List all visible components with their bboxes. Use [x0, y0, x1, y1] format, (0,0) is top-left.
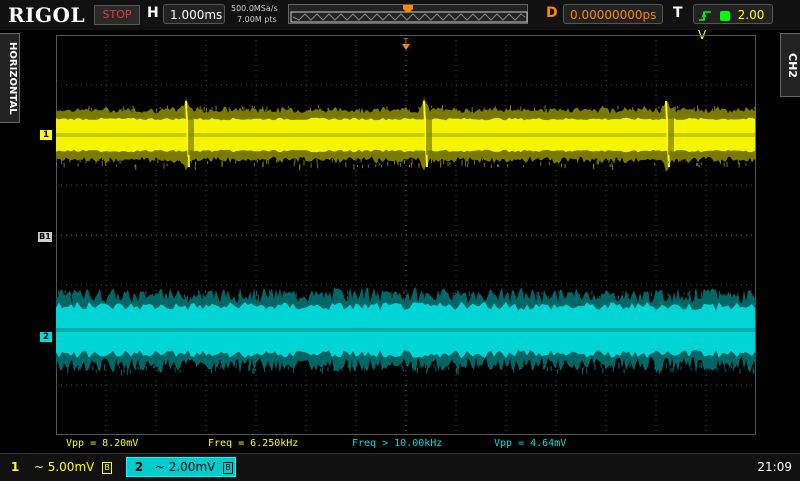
ch2-waveform-trace: [56, 286, 756, 376]
memory-depth: 7.00M pts: [237, 15, 277, 24]
trigger-source-icon: [719, 10, 730, 21]
channel-menu-tab[interactable]: CH2: [780, 33, 800, 97]
horizontal-menu-tab[interactable]: HORIZONTAL: [0, 33, 20, 123]
ch1-scale: 5.00mV: [47, 460, 95, 474]
channel-tab-label: CH2: [786, 52, 799, 78]
memory-waveform-icon: [290, 5, 528, 23]
delay-value[interactable]: 0.00000000ps: [563, 4, 663, 24]
timebase-value[interactable]: 1.000ms: [163, 4, 225, 24]
ch2-offset-marker[interactable]: 2: [40, 332, 52, 342]
top-status-bar: RIGOL STOP H 1.000ms 500.0MSa/s 7.00M pt…: [0, 0, 800, 42]
ch1-bandwidth-icon: B: [102, 461, 113, 474]
ch2-status-tab[interactable]: 2 ~ 2.00mV B: [126, 457, 236, 477]
ch1-coupling-icon: ~: [33, 460, 44, 474]
acquisition-info: 500.0MSa/s 7.00M pts: [231, 3, 278, 25]
waveform-canvas: [56, 35, 756, 435]
ch1-status-tab[interactable]: 1 ~ 5.00mV B: [8, 458, 113, 476]
delay-label: D: [546, 5, 558, 21]
horizontal-label: H: [147, 5, 159, 21]
ch2-coupling-icon: ~: [154, 460, 165, 474]
measurement-ch1-vpp: Vpp = 8.20mV: [66, 438, 139, 449]
horizontal-tab-label: HORIZONTAL: [7, 41, 18, 115]
measurement-ch2-vpp: Vpp = 4.64mV: [494, 438, 567, 449]
clock: 21:09: [757, 460, 792, 474]
memory-window-overview[interactable]: [288, 4, 528, 24]
sample-rate: 500.0MSa/s: [231, 4, 278, 13]
channel-status-bar: 1 ~ 5.00mV B 2 ~ 2.00mV B 21:09: [0, 453, 800, 481]
trigger-label: T: [673, 5, 683, 21]
ch2-number: 2: [134, 460, 144, 474]
trigger-setting[interactable]: 2.00 V: [693, 4, 773, 42]
run-stop-status[interactable]: STOP: [94, 5, 140, 25]
reference-marker[interactable]: B1: [38, 232, 52, 242]
brand-logo: RIGOL: [8, 3, 86, 27]
measurement-ch1-freq: Freq = 6.250kHz: [208, 438, 299, 449]
ch2-scale: 2.00mV: [168, 460, 216, 474]
measurement-ch2-freq: Freq > 10.00kHz: [352, 438, 443, 449]
rising-edge-icon: [699, 10, 711, 21]
ch1-offset-marker[interactable]: 1: [40, 130, 52, 140]
ch1-number: 1: [10, 460, 20, 474]
ch2-bandwidth-icon: B: [223, 461, 234, 474]
waveform-display[interactable]: [56, 35, 756, 435]
